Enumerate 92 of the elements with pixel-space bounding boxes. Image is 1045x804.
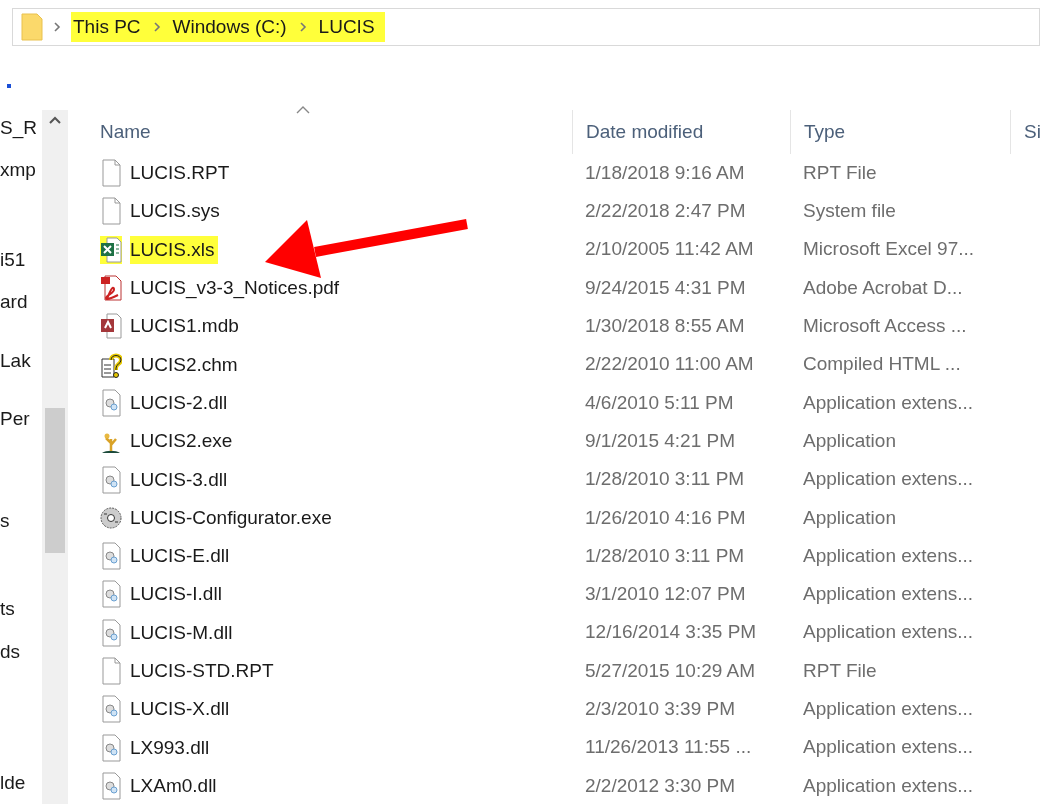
type-cell-text: Adobe Acrobat D... bbox=[802, 275, 964, 300]
chevron-icon bbox=[152, 22, 161, 32]
database-icon bbox=[100, 312, 122, 341]
date-cell-text: 1/18/2018 9:16 AM bbox=[584, 160, 746, 185]
type-cell-text: Microsoft Excel 97... bbox=[802, 237, 976, 262]
date-cell-text: 1/26/2010 4:16 PM bbox=[584, 505, 747, 530]
scroll-up-icon[interactable] bbox=[49, 116, 61, 124]
nav-item[interactable]: ds bbox=[0, 640, 42, 664]
spreadsheet-icon bbox=[100, 235, 122, 264]
file-name[interactable]: LXAm0.dll bbox=[130, 771, 221, 800]
type-cell-text: Microsoft Access ... bbox=[802, 314, 968, 339]
date-cell-text: 4/6/2010 5:11 PM bbox=[584, 390, 735, 415]
nav-item[interactable]: Lak bbox=[0, 349, 42, 373]
gear-file-icon bbox=[100, 733, 122, 762]
date-cell-text: 1/28/2010 3:11 PM bbox=[584, 543, 746, 568]
file-name[interactable]: LUCIS-E.dll bbox=[130, 542, 234, 571]
file-name[interactable]: LX993.dll bbox=[130, 733, 214, 762]
type-cell-text: Compiled HTML ... bbox=[802, 352, 962, 377]
file-icon bbox=[100, 159, 122, 188]
chevron-icon bbox=[53, 22, 61, 32]
gear-file-icon bbox=[100, 618, 122, 647]
type-cell-text: Application bbox=[802, 428, 897, 453]
type-cell-text: Application extens... bbox=[802, 390, 975, 415]
file-name[interactable]: LUCIS.RPT bbox=[130, 159, 234, 188]
nav-item[interactable]: i51 bbox=[0, 248, 42, 272]
file-name[interactable]: LUCIS-M.dll bbox=[130, 618, 237, 647]
gear-file-icon bbox=[100, 388, 122, 417]
nav-item[interactable]: lde bbox=[0, 771, 42, 795]
gear-file-icon bbox=[100, 695, 122, 724]
type-cell-text: Application extens... bbox=[802, 582, 975, 607]
date-cell-text: 3/1/2010 12:07 PM bbox=[584, 582, 747, 607]
column-header[interactable]: Name bbox=[100, 110, 572, 154]
column-header[interactable]: Si bbox=[1010, 110, 1045, 154]
folder-icon bbox=[21, 13, 43, 41]
breadcrumb-item[interactable]: LUCIS bbox=[318, 12, 375, 42]
file-icon bbox=[100, 657, 122, 685]
scroll-thumb[interactable] bbox=[45, 408, 65, 553]
date-cell-text: 1/30/2018 8:55 AM bbox=[584, 314, 746, 339]
nav-item[interactable]: ard bbox=[0, 290, 42, 314]
gear-file-icon bbox=[100, 465, 122, 494]
date-cell-text: 12/16/2014 3:35 PM bbox=[584, 620, 758, 645]
type-cell-text: Application extens... bbox=[802, 543, 975, 568]
file-icon bbox=[100, 197, 122, 226]
file-name[interactable]: LUCIS_v3-3_Notices.pdf bbox=[130, 274, 344, 303]
type-cell-text: Application extens... bbox=[802, 773, 975, 798]
file-name[interactable]: LUCIS2.chm bbox=[130, 350, 242, 379]
file-name[interactable]: LUCIS-X.dll bbox=[130, 695, 234, 724]
file-name[interactable]: LUCIS-2.dll bbox=[130, 388, 232, 417]
date-cell-text: 2/22/2018 2:47 PM bbox=[584, 199, 747, 224]
gear-file-icon bbox=[100, 771, 122, 800]
chevron-icon bbox=[298, 22, 307, 32]
date-cell-text: 1/28/2010 3:11 PM bbox=[584, 467, 746, 492]
nav-item[interactable]: s bbox=[0, 509, 42, 533]
breadcrumb-item[interactable]: Windows (C:) bbox=[172, 12, 287, 42]
date-cell-text: 11/26/2013 11:55 ... bbox=[584, 735, 753, 760]
file-name[interactable]: LUCIS-STD.RPT bbox=[130, 657, 278, 685]
column-header[interactable]: Type bbox=[790, 110, 1010, 154]
file-name[interactable]: LUCIS1.mdb bbox=[130, 312, 243, 341]
file-name[interactable]: LUCIS-I.dll bbox=[130, 580, 226, 609]
file-name[interactable]: LUCIS-3.dll bbox=[130, 465, 232, 494]
pdf-icon bbox=[100, 274, 122, 303]
date-cell-text: 2/22/2010 11:00 AM bbox=[584, 352, 755, 377]
date-cell-text: 2/10/2005 11:42 AM bbox=[584, 237, 755, 262]
sort-caret-icon bbox=[296, 106, 310, 114]
file-name[interactable]: LUCIS.xls bbox=[130, 235, 219, 264]
type-cell-text: RPT File bbox=[802, 658, 878, 683]
column-header[interactable]: Date modified bbox=[572, 110, 790, 154]
type-cell-text: Application extens... bbox=[802, 467, 975, 492]
type-cell-text: Application extens... bbox=[802, 697, 975, 722]
nav-item[interactable]: Per bbox=[0, 407, 42, 431]
type-cell-text: Application extens... bbox=[802, 620, 975, 645]
file-name[interactable]: LUCIS.sys bbox=[130, 197, 224, 226]
type-cell-text: RPT File bbox=[802, 160, 878, 185]
type-cell-text: Application extens... bbox=[802, 735, 975, 760]
gear-file-icon bbox=[100, 542, 122, 571]
file-name[interactable]: LUCIS-Configurator.exe bbox=[130, 503, 336, 532]
date-cell-text: 9/1/2015 4:21 PM bbox=[584, 428, 736, 453]
nav-item[interactable]: xmp bbox=[0, 158, 42, 182]
nav-item[interactable]: S_R bbox=[0, 116, 42, 140]
gear-file-icon bbox=[100, 580, 122, 609]
date-cell-text: 9/24/2015 4:31 PM bbox=[584, 275, 747, 300]
breadcrumb-item[interactable]: This PC bbox=[73, 12, 141, 42]
scrollbar[interactable] bbox=[42, 110, 68, 804]
nav-item[interactable]: ts bbox=[0, 597, 42, 621]
date-cell-text: 5/27/2015 10:29 AM bbox=[584, 658, 757, 683]
dot-mark bbox=[7, 84, 11, 88]
date-cell-text: 2/2/2012 3:30 PM bbox=[584, 773, 736, 798]
date-cell-text: 2/3/2010 3:39 PM bbox=[584, 697, 736, 722]
address-bar[interactable]: This PC Windows (C:) LUCIS bbox=[12, 8, 1040, 46]
type-cell-text: Application bbox=[802, 505, 897, 530]
file-name[interactable]: LUCIS2.exe bbox=[130, 427, 237, 456]
type-cell-text: System file bbox=[802, 199, 897, 224]
